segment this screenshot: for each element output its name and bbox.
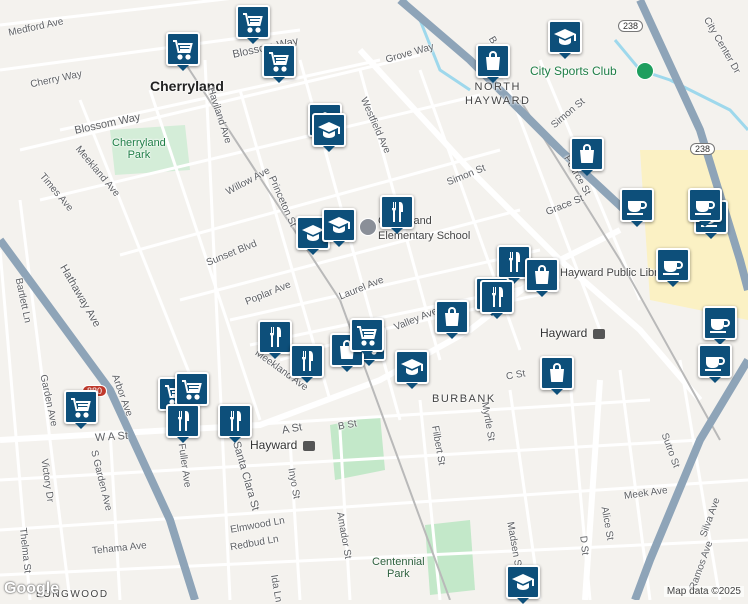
minor-streets <box>0 0 748 600</box>
graduation-cap-icon <box>400 355 424 379</box>
graduation-cap-icon <box>511 570 535 594</box>
coffee-cup-icon <box>625 193 649 217</box>
grocery-marker[interactable] <box>64 390 98 429</box>
grocery-cart-icon <box>180 377 204 401</box>
fork-knife-icon <box>295 349 319 373</box>
school-marker[interactable] <box>395 350 429 389</box>
fork-knife-icon <box>223 409 247 433</box>
bart-station-icon <box>593 329 605 339</box>
fork-knife-icon <box>502 250 526 274</box>
shopping-marker[interactable] <box>540 356 574 395</box>
graduation-cap-icon <box>317 118 341 142</box>
shopping-marker[interactable] <box>435 300 469 339</box>
grocery-cart-icon <box>69 395 93 419</box>
fork-knife-icon <box>485 285 509 309</box>
map-attribution[interactable]: Map data ©2025 <box>663 586 744 597</box>
shopping-marker[interactable] <box>476 44 510 83</box>
grocery-marker[interactable] <box>166 32 200 71</box>
freeways <box>0 0 748 600</box>
shopping-marker[interactable] <box>570 137 604 176</box>
restaurant-marker[interactable] <box>258 320 292 359</box>
restaurant-marker[interactable] <box>166 404 200 443</box>
fork-knife-icon <box>263 325 287 349</box>
restaurant-marker[interactable] <box>480 280 514 319</box>
map-canvas[interactable] <box>0 0 748 600</box>
shopping-bag-icon <box>575 142 599 166</box>
street-label: D St <box>577 535 591 556</box>
shopping-bag-icon <box>530 263 554 287</box>
grocery-marker[interactable] <box>175 372 209 411</box>
shopping-bag-icon <box>440 305 464 329</box>
restaurant-marker[interactable] <box>218 404 252 443</box>
coffee-cup-icon <box>703 349 727 373</box>
cafe-marker[interactable] <box>703 306 737 345</box>
shopping-bag-icon <box>481 49 505 73</box>
train-station-icon <box>303 441 315 451</box>
cafe-marker[interactable] <box>620 188 654 227</box>
school-marker[interactable] <box>322 208 356 247</box>
grocery-marker[interactable] <box>262 44 296 83</box>
shopping-bag-icon <box>545 361 569 385</box>
school-marker[interactable] <box>506 565 540 604</box>
school-marker[interactable] <box>548 20 582 59</box>
grocery-marker[interactable] <box>236 5 270 44</box>
grocery-cart-icon <box>241 10 265 34</box>
graduation-cap-icon <box>553 25 577 49</box>
cafe-marker[interactable] <box>656 248 690 287</box>
cafe-marker[interactable] <box>688 188 722 227</box>
poi-label-hayward-station[interactable]: Hayward <box>250 438 297 452</box>
grocery-cart-icon <box>267 49 291 73</box>
school-icon <box>359 218 377 236</box>
google-logo: Google <box>4 580 60 597</box>
school-marker[interactable] <box>312 113 346 152</box>
fork-knife-icon <box>385 200 409 224</box>
grocery-marker[interactable] <box>350 318 384 357</box>
coffee-cup-icon <box>693 193 717 217</box>
grocery-cart-icon <box>355 323 379 347</box>
restaurant-marker[interactable] <box>380 195 414 234</box>
grocery-cart-icon <box>171 37 195 61</box>
coffee-cup-icon <box>661 253 685 277</box>
street-label: W A St <box>94 429 129 445</box>
cafe-marker[interactable] <box>698 344 732 383</box>
coffee-cup-icon <box>708 311 732 335</box>
park-label-centennial: Centennial Park <box>372 556 425 580</box>
poi-label-city-sports-club[interactable]: City Sports Club <box>530 64 617 78</box>
graduation-cap-icon <box>327 213 351 237</box>
park-label-cherryland: Cherryland Park <box>112 137 166 161</box>
highway-238-shield: 238 <box>618 20 644 32</box>
shopping-marker[interactable] <box>525 258 559 297</box>
restaurant-marker[interactable] <box>290 344 324 383</box>
highway-238-shield: 238 <box>690 143 716 155</box>
poi-label-hayward-bart[interactable]: Hayward <box>540 326 587 340</box>
place-label-north-hayward: NORTH HAYWARD <box>465 81 531 107</box>
fork-knife-icon <box>171 409 195 433</box>
poi-marker-city-sports-club[interactable] <box>636 62 654 80</box>
